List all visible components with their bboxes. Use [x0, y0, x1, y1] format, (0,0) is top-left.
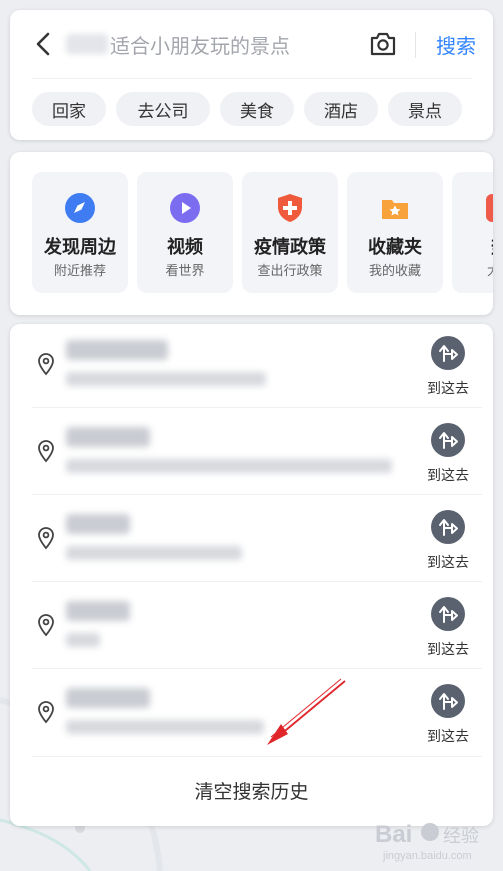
watermark-text: Bai: [375, 821, 412, 848]
location-pin-icon: [38, 353, 54, 376]
category-subtitle: 附近推荐: [53, 264, 106, 279]
compass-icon: [65, 193, 95, 223]
search-query: 适合小朋友玩的景点: [110, 33, 290, 58]
route-turn-icon: [431, 510, 465, 544]
chip-food[interactable]: 美食: [220, 92, 294, 126]
chip-scenic[interactable]: 景点: [388, 92, 462, 126]
category-subtitle: 查出行政策: [257, 264, 323, 279]
go-here-button[interactable]: 到这去: [420, 678, 476, 748]
search-card: 适合小朋友玩的景点 搜索 回家 去公司 美食 酒店 景点: [10, 10, 493, 140]
camera-button[interactable]: [368, 31, 398, 57]
category-video[interactable]: 视频 看世界: [137, 172, 233, 293]
location-pin-icon: [38, 701, 54, 724]
watermark-url: jingyan.baidu.com: [382, 850, 472, 862]
blurred-place-address: [66, 546, 242, 560]
category-subtitle: 看世界: [165, 264, 205, 279]
play-icon: [170, 193, 200, 223]
category-card: 发现周边 附近推荐 视频 看世界 疫情政策 查出行政策 收藏夹 我的收藏 热 大…: [10, 152, 493, 315]
blurred-place-name: [66, 514, 130, 534]
category-title: 收藏夹: [368, 237, 422, 258]
go-here-label: 到这去: [427, 729, 469, 745]
category-title: 疫情政策: [254, 237, 326, 258]
location-pin-icon: [38, 614, 54, 637]
history-item[interactable]: 到这去: [10, 672, 493, 759]
search-input[interactable]: 适合小朋友玩的景点: [66, 26, 356, 62]
go-here-label: 到这去: [427, 642, 469, 658]
clear-history-button[interactable]: 清空搜索历史: [10, 760, 493, 820]
divider: [415, 32, 416, 58]
go-here-button[interactable]: 到这去: [420, 330, 476, 400]
location-pin-icon: [38, 440, 54, 463]
divider: [32, 407, 482, 408]
location-pin-icon: [38, 527, 54, 550]
go-here-label: 到这去: [427, 381, 469, 397]
category-subtitle: 大家: [452, 260, 493, 279]
history-item[interactable]: 到这去: [10, 324, 493, 411]
category-title: 热: [452, 233, 493, 259]
route-turn-icon: [431, 597, 465, 631]
go-here-button[interactable]: 到这去: [420, 591, 476, 661]
blurred-place-name: [66, 340, 168, 360]
history-item[interactable]: 到这去: [10, 585, 493, 672]
go-here-button[interactable]: 到这去: [420, 504, 476, 574]
back-arrow-icon: [36, 32, 50, 56]
blurred-place-name: [66, 688, 150, 708]
baidu-jingyan-watermark: Bai 经验 jingyan.baidu.com: [375, 821, 479, 862]
category-title: 视频: [167, 237, 203, 258]
blurred-place-address: [66, 633, 100, 647]
blurred-place-address: [66, 459, 392, 473]
divider: [32, 668, 482, 669]
divider: [32, 494, 482, 495]
blurred-city-name: [66, 34, 108, 54]
search-bar: 适合小朋友玩的景点 搜索: [10, 10, 493, 78]
shield-plus-icon: [278, 194, 302, 222]
watermark-text-cn: 经验: [443, 826, 479, 847]
blurred-place-address: [66, 372, 266, 386]
chip-office[interactable]: 去公司: [116, 92, 210, 126]
divider: [32, 78, 472, 79]
history-item[interactable]: 到这去: [10, 411, 493, 498]
camera-icon: [370, 32, 396, 56]
blurred-place-address: [66, 720, 264, 734]
history-item[interactable]: 到这去: [10, 498, 493, 585]
blurred-place-name: [66, 427, 150, 447]
folder-star-icon: [382, 200, 408, 219]
hot-icon: [486, 194, 493, 222]
divider: [32, 756, 482, 757]
search-history-card: 到这去 到这去 到这去 到这去 到这去 清空搜索历史: [10, 324, 493, 826]
quick-chips: 回家 去公司 美食 酒店 景点: [32, 92, 482, 126]
chip-home[interactable]: 回家: [32, 92, 106, 126]
category-epidemic-policy[interactable]: 疫情政策 查出行政策: [242, 172, 338, 293]
search-button[interactable]: 搜索: [428, 28, 484, 60]
category-hot[interactable]: 热 大家: [452, 172, 493, 293]
route-turn-icon: [431, 336, 465, 370]
back-button[interactable]: [30, 30, 56, 58]
go-here-button[interactable]: 到这去: [420, 417, 476, 487]
blurred-place-name: [66, 601, 130, 621]
chip-hotel[interactable]: 酒店: [304, 92, 378, 126]
route-turn-icon: [431, 423, 465, 457]
category-title: 发现周边: [44, 237, 116, 258]
category-discover-nearby[interactable]: 发现周边 附近推荐: [32, 172, 128, 293]
category-subtitle: 我的收藏: [368, 264, 421, 279]
go-here-label: 到这去: [427, 468, 469, 484]
go-here-label: 到这去: [427, 555, 469, 571]
route-turn-icon: [431, 684, 465, 718]
divider: [32, 581, 482, 582]
category-favorites[interactable]: 收藏夹 我的收藏: [347, 172, 443, 293]
